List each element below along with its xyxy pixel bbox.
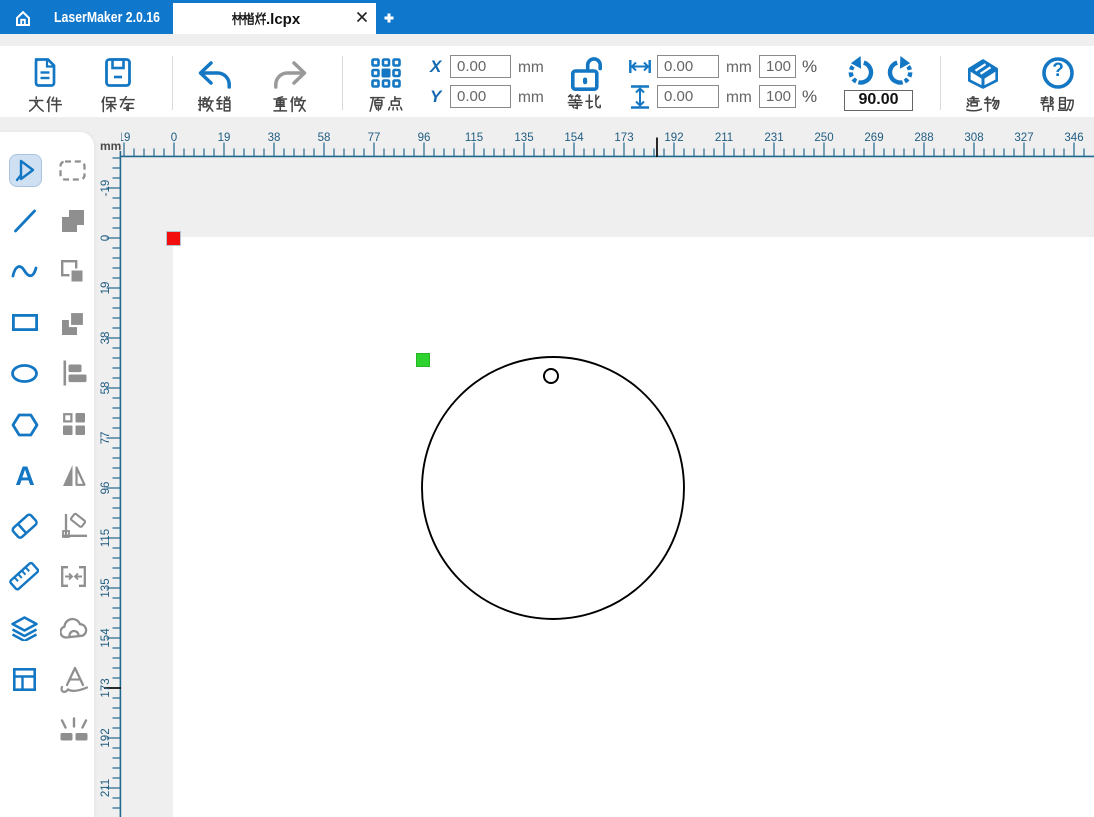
svg-text:19: 19 bbox=[100, 282, 112, 295]
svg-text:250: 250 bbox=[814, 132, 833, 144]
svg-text:154: 154 bbox=[100, 628, 112, 648]
svg-text:58: 58 bbox=[318, 132, 331, 144]
svg-text:38: 38 bbox=[268, 132, 281, 144]
svg-text:0: 0 bbox=[100, 235, 112, 241]
svg-text:135: 135 bbox=[514, 132, 533, 144]
svg-text:154: 154 bbox=[564, 132, 584, 144]
svg-text:115: 115 bbox=[465, 132, 483, 144]
svg-text:192: 192 bbox=[100, 728, 112, 747]
svg-text:173: 173 bbox=[100, 678, 112, 697]
svg-text:173: 173 bbox=[614, 132, 633, 144]
svg-text:288: 288 bbox=[914, 132, 933, 144]
svg-text:135: 135 bbox=[100, 578, 112, 597]
svg-text:19: 19 bbox=[218, 132, 231, 144]
svg-text:327: 327 bbox=[1014, 132, 1033, 144]
svg-text:231: 231 bbox=[764, 132, 783, 144]
svg-text:192: 192 bbox=[664, 132, 683, 144]
svg-text:38: 38 bbox=[100, 332, 112, 345]
svg-text:19: 19 bbox=[121, 132, 130, 144]
svg-text:96: 96 bbox=[100, 482, 112, 495]
svg-text:77: 77 bbox=[368, 132, 381, 144]
svg-text:96: 96 bbox=[418, 132, 431, 144]
svg-text:58: 58 bbox=[100, 382, 112, 395]
svg-text:77: 77 bbox=[100, 432, 112, 445]
svg-text:211: 211 bbox=[715, 132, 733, 144]
svg-text:308: 308 bbox=[964, 132, 983, 144]
svg-text:346: 346 bbox=[1064, 132, 1083, 144]
svg-text:0: 0 bbox=[171, 132, 177, 144]
svg-text:-19: -19 bbox=[100, 180, 112, 197]
svg-text:211: 211 bbox=[100, 779, 112, 797]
svg-text:269: 269 bbox=[864, 132, 883, 144]
svg-text:115: 115 bbox=[100, 529, 112, 547]
